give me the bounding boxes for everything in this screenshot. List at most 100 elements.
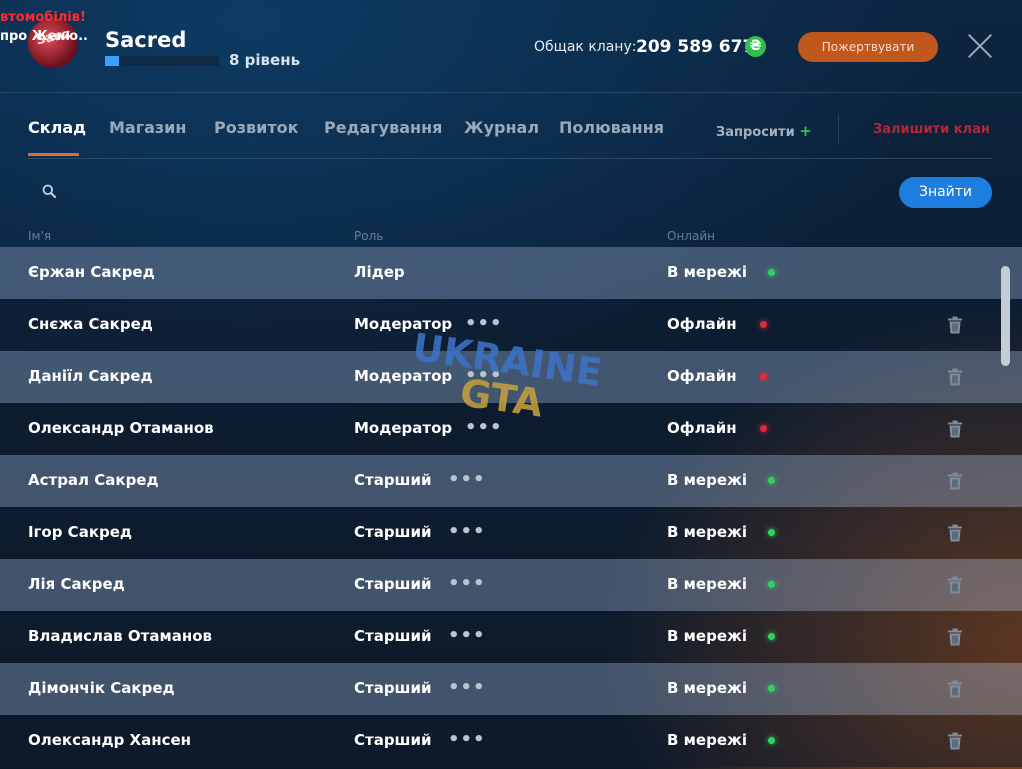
table-row[interactable]: Лія Сакред Старший ••• В мережі <box>0 559 1022 611</box>
clan-level: 8 рівень <box>229 51 301 69</box>
member-name: Олександр Хансен <box>28 731 192 749</box>
tab-editing[interactable]: Редагування <box>324 118 442 137</box>
clan-tabs: Склад Магазин Розвиток Редагування Журна… <box>28 118 992 159</box>
online-dot-icon <box>768 685 775 692</box>
member-name: Єржан Сакред <box>28 263 155 281</box>
close-icon[interactable] <box>966 32 994 60</box>
offline-dot-icon <box>760 425 767 432</box>
members-scrollbar[interactable] <box>1001 266 1010 366</box>
trash-icon[interactable] <box>947 368 963 386</box>
member-online-status: Офлайн <box>667 315 737 333</box>
active-tab-indicator <box>28 153 79 156</box>
trash-icon[interactable] <box>947 732 963 750</box>
more-options-icon[interactable]: ••• <box>448 521 486 542</box>
notification-line-1: втомобілів! <box>0 10 86 25</box>
member-online-status: В мережі <box>667 731 748 749</box>
table-row[interactable]: Ігор Сакред Старший ••• В мережі <box>0 507 1022 559</box>
offline-dot-icon <box>760 321 767 328</box>
trash-icon[interactable] <box>947 316 963 334</box>
column-header-name: Ім'я <box>28 229 52 243</box>
table-row[interactable]: Астрал Сакред Старший ••• В мережі <box>0 455 1022 507</box>
online-dot-icon <box>768 477 775 484</box>
member-role: Старший <box>354 627 432 645</box>
member-name: Астрал Сакред <box>28 471 159 489</box>
tab-storage[interactable]: Склад <box>28 118 86 137</box>
table-row[interactable]: Даніїл Сакред Модератор ••• Офлайн <box>0 351 1022 403</box>
notification-line-2: про Женю.. <box>0 29 88 44</box>
column-header-role: Роль <box>354 229 384 243</box>
trash-icon[interactable] <box>947 472 963 490</box>
invite-button[interactable]: Запросити + <box>716 122 812 140</box>
member-role: Лідер <box>354 263 405 281</box>
clan-xp-bar <box>105 56 219 66</box>
tab-journal[interactable]: Журнал <box>464 118 539 137</box>
more-options-icon[interactable]: ••• <box>448 573 486 594</box>
offline-dot-icon <box>760 373 767 380</box>
member-name: Владислав Отаманов <box>28 627 212 645</box>
plus-icon: + <box>799 122 812 140</box>
search-icon <box>42 184 56 198</box>
find-button[interactable]: Знайти <box>899 177 992 208</box>
online-dot-icon <box>768 737 775 744</box>
more-options-icon[interactable]: ••• <box>448 469 486 490</box>
tab-hunting[interactable]: Полювання <box>559 118 664 137</box>
more-options-icon[interactable]: ••• <box>465 365 503 386</box>
members-table: Єржан Сакред Лідер В мережі Снєжа Сакред Мод… <box>0 247 1022 767</box>
member-online-status: В мережі <box>667 471 748 489</box>
online-dot-icon <box>768 633 775 640</box>
action-divider <box>838 114 839 144</box>
leave-clan-button[interactable]: Залишити клан <box>873 122 990 137</box>
member-name: Дімончік Сакред <box>28 679 175 697</box>
table-row[interactable]: Єржан Сакред Лідер В мережі <box>0 247 1022 299</box>
more-options-icon[interactable]: ••• <box>448 677 486 698</box>
column-header-online: Онлайн <box>667 229 715 243</box>
table-row[interactable]: Олександр Отаманов Модератор ••• Офлайн <box>0 403 1022 455</box>
more-options-icon[interactable]: ••• <box>465 417 503 438</box>
tab-shop[interactable]: Магазин <box>109 118 186 137</box>
online-dot-icon <box>768 529 775 536</box>
notification-ticker[interactable]: втомобілів! про Женю.. <box>0 8 88 46</box>
member-online-status: В мережі <box>667 627 748 645</box>
clan-name: Sacred <box>105 28 187 52</box>
trash-icon[interactable] <box>947 576 963 594</box>
member-role: Старший <box>354 523 432 541</box>
more-options-icon[interactable]: ••• <box>448 729 486 750</box>
treasury-value: 209 589 677 <box>636 37 755 57</box>
member-online-status: В мережі <box>667 679 748 697</box>
trash-icon[interactable] <box>947 628 963 646</box>
trash-icon[interactable] <box>947 680 963 698</box>
member-role: Модератор <box>354 367 453 385</box>
table-row[interactable]: Владислав Отаманов Старший ••• В мережі <box>0 611 1022 663</box>
trash-icon[interactable] <box>947 420 963 438</box>
member-role: Старший <box>354 679 432 697</box>
more-options-icon[interactable]: ••• <box>465 313 503 334</box>
member-role: Старший <box>354 575 432 593</box>
tab-development[interactable]: Розвиток <box>214 118 298 137</box>
hryvnia-icon: ₴ <box>745 36 766 57</box>
more-options-icon[interactable]: ••• <box>448 625 486 646</box>
member-online-status: Офлайн <box>667 367 737 385</box>
member-online-status: В мережі <box>667 575 748 593</box>
member-name: Лія Сакред <box>28 575 125 593</box>
trash-icon[interactable] <box>947 524 963 542</box>
clan-xp-fill <box>105 56 119 66</box>
member-role: Модератор <box>354 315 453 333</box>
member-search-input[interactable] <box>66 180 870 206</box>
member-name: Олександр Отаманов <box>28 419 214 437</box>
table-row[interactable]: Снєжа Сакред Модератор ••• Офлайн <box>0 299 1022 351</box>
member-role: Модератор <box>354 419 453 437</box>
invite-label: Запросити <box>716 125 795 140</box>
treasury-label: Общак клану: <box>534 39 637 55</box>
table-row[interactable]: Дімончік Сакред Старший ••• В мережі <box>0 663 1022 715</box>
member-role: Старший <box>354 731 432 749</box>
member-role: Старший <box>354 471 432 489</box>
clan-topbar: Sanz втомобілів! про Женю.. Sacred 8 рів… <box>0 0 1022 93</box>
donate-button[interactable]: Пожертвувати <box>798 32 938 62</box>
member-online-status: Офлайн <box>667 419 737 437</box>
member-name: Ігор Сакред <box>28 523 133 541</box>
member-online-status: В мережі <box>667 523 748 541</box>
member-name: Даніїл Сакред <box>28 367 153 385</box>
online-dot-icon <box>768 581 775 588</box>
online-dot-icon <box>768 269 775 276</box>
table-row[interactable]: Олександр Хансен Старший ••• В мережі <box>0 715 1022 767</box>
